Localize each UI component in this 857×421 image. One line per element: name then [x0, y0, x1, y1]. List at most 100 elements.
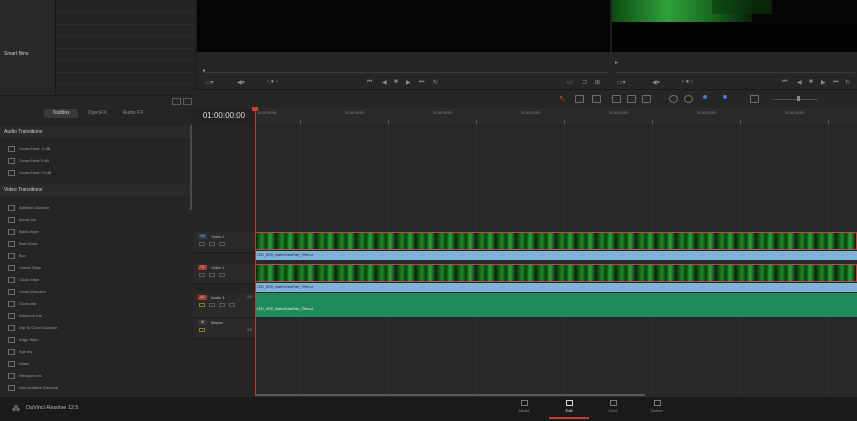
effects-scrollbar[interactable] [190, 125, 192, 210]
bin-list[interactable]: Smart Bins [0, 0, 56, 95]
program-start-icon[interactable]: ⏮ [782, 79, 787, 86]
program-loop-icon[interactable]: ↻ [845, 79, 850, 86]
timeline-viewer[interactable] [612, 0, 857, 52]
program-mode-icon[interactable]: ▭▾ [617, 79, 626, 86]
track-enable-icon[interactable] [219, 242, 225, 246]
source-scrubber[interactable] [203, 72, 608, 73]
playhead-handle[interactable] [252, 107, 258, 111]
list-item[interactable]: Cross Fade +3 dB [8, 169, 51, 176]
tab-audio-fx[interactable]: Audio FX [116, 109, 150, 118]
list-item[interactable]: Heart [8, 360, 29, 367]
list-item[interactable]: Diamond Iris [8, 312, 41, 319]
timeline-timecode[interactable]: 01:00:00:00 [193, 108, 255, 124]
flag-color-icon[interactable] [703, 95, 707, 99]
list-item[interactable]: Cross Fade 0 dB [8, 157, 49, 164]
loop-icon[interactable]: ↻ [433, 79, 438, 86]
program-end-icon[interactable]: ⏭ [833, 79, 838, 86]
list-item[interactable]: Band Wipe [8, 228, 39, 235]
mark-out-icon[interactable]: ⊐ [582, 79, 587, 86]
page-deliver[interactable]: Deliver [637, 400, 677, 413]
page-edit[interactable]: Edit [549, 400, 589, 413]
list-item[interactable]: Clock Wipe [8, 276, 39, 283]
program-stop-icon[interactable]: ■ [809, 79, 813, 85]
stop-icon[interactable]: ■ [394, 79, 398, 85]
source-playhead-icon[interactable]: ▸ [203, 67, 206, 74]
lock-icon[interactable] [199, 328, 205, 332]
list-view-icon[interactable] [172, 98, 181, 105]
mute-icon[interactable] [229, 303, 235, 307]
list-item[interactable]: Edge Wipe [8, 336, 39, 343]
pointer-tool-icon[interactable]: ↖ [559, 94, 566, 103]
video-1-clip-thumbnails[interactable] [255, 264, 857, 282]
list-item[interactable]: Arrow Iris [8, 216, 36, 223]
transition-icon [8, 204, 15, 211]
viewer-mode-icon[interactable]: ▭▾ [205, 79, 214, 86]
source-viewer[interactable] [197, 0, 610, 52]
timeline-ruler[interactable]: 01:00:00:00 01:00:04:00 01:00:08:00 01:0… [255, 108, 857, 125]
list-item[interactable]: Additive Dissolve [8, 204, 49, 211]
lock-icon[interactable] [199, 273, 205, 277]
page-media[interactable]: Media [504, 400, 544, 413]
track-enable-icon[interactable] [219, 273, 225, 277]
solo-icon[interactable] [219, 303, 225, 307]
auto-select-icon[interactable] [209, 273, 215, 277]
zoom-slider[interactable] [773, 99, 818, 100]
timeline-tracks[interactable]: LED_HDR_MatrixDataRain_Titles.vt LED_HDR… [255, 124, 857, 396]
list-item[interactable]: Center Wipe [8, 264, 41, 271]
overwrite-clip-icon[interactable] [627, 95, 636, 103]
insert-clip-icon[interactable] [612, 95, 621, 103]
audio-1-clip[interactable]: LED_HDR_MatrixDataRain_Titles.vt [255, 293, 857, 317]
lock-icon[interactable] [199, 303, 205, 307]
track-header-audio-1[interactable]: A1 Audio 1 2.0 [193, 293, 255, 318]
lock-icon[interactable] [199, 242, 205, 246]
tab-openfx[interactable]: OpenFX [82, 109, 112, 118]
page-color[interactable]: Color [593, 400, 633, 413]
list-item[interactable]: Cross Iris [8, 300, 36, 307]
smart-bins-label[interactable]: Smart Bins [4, 51, 28, 57]
list-item[interactable]: Cross Fade -3 dB [8, 145, 50, 152]
tab-toolbox[interactable]: Toolbox [44, 109, 78, 118]
play-icon[interactable]: ▶ [406, 79, 411, 86]
go-to-end-icon[interactable]: ⏭ [419, 79, 424, 86]
timeline-playhead-icon[interactable]: ▸ [615, 59, 618, 66]
play-reverse-icon[interactable]: ◀ [382, 79, 387, 86]
blade-tool-icon[interactable] [592, 95, 601, 103]
go-to-start-icon[interactable]: ⏮ [367, 79, 372, 86]
list-item[interactable]: Hexagon Iris [8, 372, 41, 379]
audio-icon[interactable]: ◀▾ [237, 79, 245, 86]
video-transitions-header[interactable]: Video Transitions [0, 184, 190, 196]
zoom-mode-icon[interactable] [750, 95, 759, 103]
list-item[interactable]: Box [8, 252, 26, 259]
program-reverse-icon[interactable]: ◀ [797, 79, 802, 86]
marker-color-icon[interactable] [723, 95, 727, 99]
timeline-scrubber[interactable] [615, 72, 855, 73]
auto-select-icon[interactable] [209, 242, 215, 246]
auto-select-icon[interactable] [209, 303, 215, 307]
video-2-clip-thumbnails[interactable] [255, 232, 857, 250]
trim-tool-icon[interactable] [575, 95, 584, 103]
program-jog-icon[interactable]: ‹ ● › [682, 79, 693, 85]
video-2-clip[interactable]: LED_HDR_MatrixDataRain_Titles.vt [255, 251, 857, 260]
list-item[interactable]: Barn Door [8, 240, 37, 247]
playhead[interactable] [255, 108, 256, 396]
list-item[interactable]: Non-Additive Dissolve [8, 384, 58, 391]
media-pool-grid[interactable] [56, 0, 195, 95]
replace-clip-icon[interactable] [642, 95, 651, 103]
mark-in-icon[interactable]: ▭ [567, 79, 573, 86]
video-1-clip[interactable]: LED_HDR_MatrixDataRain_Titles.vt [255, 283, 857, 292]
match-frame-icon[interactable]: ⊞ [595, 79, 600, 86]
program-play-icon[interactable]: ▶ [821, 79, 826, 86]
list-item[interactable]: Cross Dissolve [8, 288, 46, 295]
jog-icon[interactable]: ‹ ● › [267, 79, 278, 85]
zoom-slider-handle[interactable] [797, 96, 800, 101]
linked-selection-icon[interactable] [684, 95, 693, 103]
audio-transitions-header[interactable]: Audio Transitions [0, 126, 190, 138]
grid-view-icon[interactable] [183, 98, 192, 105]
list-item[interactable]: Eye Iris [8, 348, 32, 355]
program-audio-icon[interactable]: ◀▾ [652, 79, 660, 86]
track-header-video-2[interactable]: V2 Video 2 [193, 232, 255, 253]
list-item[interactable]: Dip To Color Dissolve [8, 324, 57, 331]
snapping-icon[interactable] [669, 95, 678, 103]
track-header-video-1[interactable]: V1 Video 1 [193, 263, 255, 284]
track-header-master[interactable]: M Master 2.0 [193, 318, 255, 339]
